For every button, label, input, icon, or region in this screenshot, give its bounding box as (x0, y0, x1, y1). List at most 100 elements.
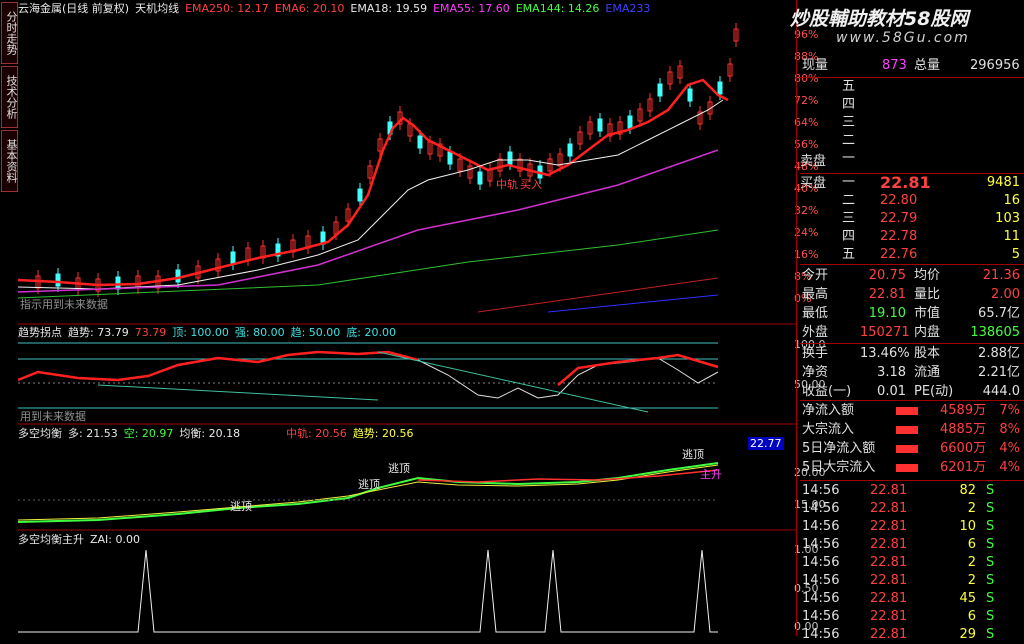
tick-row[interactable]: 14:56 22.81 2 S (800, 554, 1024, 572)
current-volume-label: 现量 (802, 58, 829, 73)
zai-spike-line (18, 549, 718, 633)
buy-volume: 16 (1003, 193, 1020, 208)
buy-level: 五 22.76 5 (800, 246, 1024, 264)
flow-row: 大宗流入 4885万 8% (800, 420, 1024, 439)
tick-volume: 6 (967, 537, 976, 552)
stat-value: 20.75 (868, 268, 906, 283)
stat-value: 2.88亿 (978, 346, 1020, 361)
tab-fundamental[interactable]: 基本资料 (1, 130, 18, 192)
stat-row: 今开 20.75 均价 21.36 (800, 266, 1024, 285)
bottom-value: 底: 20.00 (346, 326, 397, 339)
buy-level: 一 22.81 9481 (800, 174, 1024, 192)
flow-bar (896, 407, 918, 415)
tick-side: S (986, 573, 995, 588)
tick-row[interactable]: 14:56 22.81 10 S (800, 518, 1024, 536)
tick-row[interactable]: 14:56 22.81 29 S (800, 626, 1024, 644)
label-escape-top-2: 逃顶 (358, 478, 380, 491)
label-buy: 买入 (520, 178, 542, 191)
trend-pane-name: 趋势拐点 (18, 326, 62, 339)
trend-value2: 73.79 (134, 326, 167, 339)
tick-volume: 6 (967, 609, 976, 624)
buy-price: 22.79 (880, 211, 918, 226)
buy-volume: 11 (1003, 229, 1020, 244)
tick-time: 14:56 (802, 591, 840, 606)
total-volume-label: 总量 (914, 58, 941, 73)
label-escape-top-4: 逃顶 (682, 448, 704, 461)
stat-label: 流通 (914, 365, 941, 380)
tick-row[interactable]: 14:56 22.81 2 S (800, 572, 1024, 590)
chart-area[interactable]: 云海金属(日线 前复权) 天机均线 EMA250: 12.17 EMA6: 20.10… (18, 0, 826, 636)
watermark-title: 炒股輔助教材58股网 (790, 8, 969, 30)
tick-row[interactable]: 14:56 22.81 2 S (800, 500, 1024, 518)
buy-level-name: 五 (842, 247, 856, 262)
divider (800, 480, 1024, 481)
tick-row[interactable]: 14:56 22.81 45 S (800, 590, 1024, 608)
tick-volume: 10 (959, 519, 976, 534)
strong-value: 强: 80.00 (234, 326, 285, 339)
panel-divider (796, 0, 797, 636)
flow-label: 大宗流入 (802, 422, 855, 437)
rise-pane-header: 多空均衡主升 ZAI: 0.00 (18, 533, 146, 547)
tick-side: S (986, 537, 995, 552)
zai-value: ZAI: 0.00 (90, 533, 140, 546)
stat-value: 444.0 (982, 384, 1020, 399)
stat-label: 量比 (914, 287, 941, 302)
tick-side: S (986, 609, 995, 624)
stat-label: 股本 (914, 346, 941, 361)
stat-row: 外盘 150271 内盘 138605 (800, 323, 1024, 342)
tick-price: 22.81 (870, 555, 908, 570)
tick-price: 22.81 (870, 573, 908, 588)
p3-trend-value: 趋势: 20.56 (352, 427, 414, 440)
tick-time: 14:56 (802, 555, 840, 570)
buy-level: 三 22.79 103 (800, 210, 1024, 228)
tick-price: 22.81 (870, 627, 908, 642)
tick-side: S (986, 519, 995, 534)
stat-value: 0.01 (877, 384, 906, 399)
stat-row: 净资 3.18 流通 2.21亿 (800, 363, 1024, 382)
flow-value: 6600万 (940, 441, 987, 456)
buy-level-name: 二 (842, 193, 856, 208)
tick-side: S (986, 591, 995, 606)
flow-percent: 4% (999, 460, 1020, 475)
tick-price: 22.81 (870, 609, 908, 624)
long-value: 多: 21.53 (68, 427, 118, 440)
flow-percent: 8% (999, 422, 1020, 437)
tick-volume: 45 (959, 591, 976, 606)
label-main-rise: 主升 (700, 468, 722, 481)
flow-bar (896, 426, 918, 434)
bal-value: 均衡: 20.18 (179, 427, 241, 440)
stat-label: 换手 (802, 346, 829, 361)
tab-technical[interactable]: 技术分析 (1, 66, 18, 128)
sell-level-name: 三 (842, 115, 856, 130)
stat-value: 2.21亿 (978, 365, 1020, 380)
stat-label: 外盘 (802, 325, 829, 340)
buy-level: 四 22.78 11 (800, 228, 1024, 246)
stat-label: 今开 (802, 268, 829, 283)
tick-side: S (986, 555, 995, 570)
tick-row[interactable]: 14:56 22.81 6 S (800, 536, 1024, 554)
stat-label: 净资 (802, 365, 829, 380)
quote-panel: 现量 873 总量 296956 五四三二一 卖盘 买盘 一 22.81 9481 二… (800, 56, 1024, 642)
label-escape-top-1: 逃顶 (230, 500, 252, 513)
buy-volume: 5 (1011, 247, 1020, 262)
flow-percent: 7% (999, 403, 1020, 418)
stat-label: 最高 (802, 287, 829, 302)
stat-label: 最低 (802, 306, 829, 321)
future-data-warning: 指示用到未来数据 (20, 298, 108, 311)
tick-volume: 29 (959, 627, 976, 642)
flow-label: 5日净流入额 (802, 441, 876, 456)
tab-intraday[interactable]: 分时走势 (1, 2, 18, 64)
tick-row[interactable]: 14:56 22.81 82 S (800, 482, 1024, 500)
stat-label: PE(动) (914, 384, 954, 399)
stat-value: 19.10 (868, 306, 906, 321)
tick-time: 14:56 (802, 627, 840, 642)
stat-value: 21.36 (982, 268, 1020, 283)
sell-level-name: 二 (842, 133, 856, 148)
tick-side: S (986, 483, 995, 498)
stat-label: 均价 (914, 268, 941, 283)
ema-red-line (18, 78, 729, 287)
mid-value: 中轨: 20.56 (286, 427, 347, 440)
tick-row[interactable]: 14:56 22.81 6 S (800, 608, 1024, 626)
stat-value: 65.7亿 (978, 306, 1020, 321)
tick-price: 22.81 (870, 501, 908, 516)
